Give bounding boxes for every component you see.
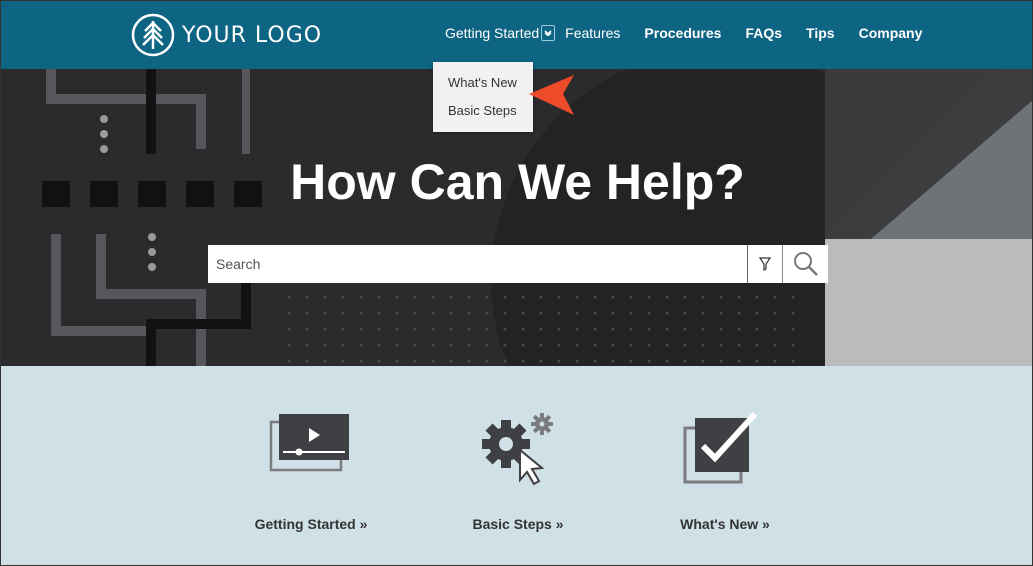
tree-logo-icon: [131, 13, 175, 57]
topic-tiles-section: Getting Started » Basic Steps » What's N…: [1, 366, 1032, 565]
dropdown-item-whats-new[interactable]: What's New: [448, 75, 517, 90]
search-bar: [208, 245, 828, 283]
search-icon: [793, 252, 818, 276]
getting-started-dropdown-menu: What's New Basic Steps: [433, 62, 533, 132]
tile-label: What's New »: [680, 516, 770, 532]
callout-arrow-icon: [529, 75, 574, 115]
dropdown-toggle-button[interactable]: [541, 25, 556, 41]
search-submit-button[interactable]: [782, 245, 828, 283]
tile-getting-started[interactable]: Getting Started »: [211, 366, 411, 546]
tile-label: Getting Started »: [254, 516, 368, 532]
checkbox-check-icon: [683, 411, 758, 484]
tile-whats-new[interactable]: What's New »: [625, 366, 825, 546]
top-navigation-bar: YOUR LOGO Getting Started Features Proce…: [1, 1, 1032, 69]
nav-features[interactable]: Features: [565, 25, 620, 41]
gear-cursor-icon: [482, 413, 553, 486]
nav-tips[interactable]: Tips: [806, 25, 835, 41]
logo[interactable]: YOUR LOGO: [131, 13, 322, 57]
video-player-icon: [269, 414, 349, 472]
nav-faqs[interactable]: FAQs: [745, 25, 782, 41]
nav-getting-started[interactable]: Getting Started: [445, 25, 539, 41]
logo-text: YOUR LOGO: [182, 22, 323, 48]
search-filter-button[interactable]: [747, 245, 782, 283]
hero-title: How Can We Help?: [290, 154, 745, 210]
tile-label: Basic Steps »: [472, 516, 564, 532]
main-navigation: Getting Started Features Procedures FAQs…: [445, 25, 922, 41]
dropdown-item-basic-steps[interactable]: Basic Steps: [448, 103, 517, 118]
tile-basic-steps[interactable]: Basic Steps »: [418, 366, 618, 546]
chevron-down-icon: [544, 30, 552, 36]
search-input[interactable]: [208, 245, 747, 283]
nav-company[interactable]: Company: [859, 25, 923, 41]
nav-procedures[interactable]: Procedures: [644, 25, 721, 41]
filter-icon: [759, 257, 771, 271]
page-frame: YOUR LOGO Getting Started Features Proce…: [0, 0, 1033, 566]
